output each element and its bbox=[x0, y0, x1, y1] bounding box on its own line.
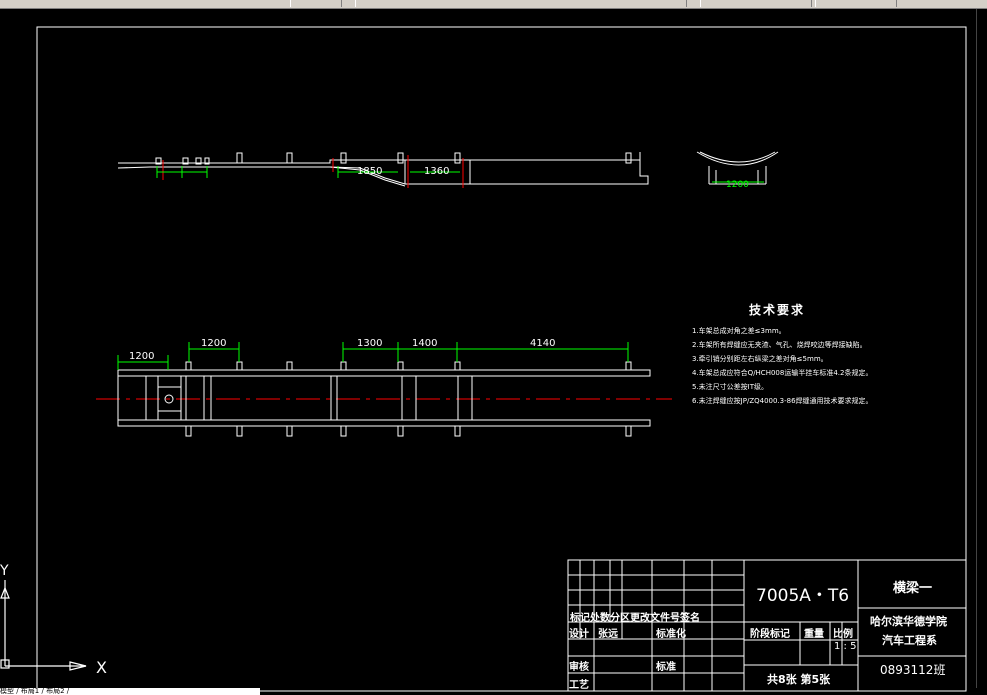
toolbar-dropdown[interactable] bbox=[355, 0, 687, 7]
dim-label: 1360 bbox=[424, 166, 449, 177]
sheet-count: 共8张 第5张 bbox=[767, 673, 831, 686]
designer-name: 张远 bbox=[598, 629, 618, 640]
side-posts bbox=[155, 152, 632, 165]
review-label: 审核 bbox=[569, 662, 589, 673]
dim-label: 1400 bbox=[412, 338, 437, 349]
student-id: 0893112班 bbox=[880, 663, 946, 677]
tech-requirements: 技术要求 1.车架总成对角之差≤3mm。 2.车架所有焊缝应无夹渣、气孔、烧焊咬… bbox=[692, 301, 932, 408]
toolbar-strip bbox=[0, 0, 987, 9]
scale-value: 1 : 5 bbox=[834, 641, 857, 652]
ucs-y-label: Y bbox=[0, 563, 9, 579]
school-name: 哈尔滨华德学院 bbox=[870, 615, 947, 628]
tech-requirement-item: 5.未注尺寸公差按IT级。 bbox=[692, 383, 769, 391]
tech-requirement-item: 3.牵引销分别距左右纵梁之差对角≤5mm。 bbox=[692, 355, 828, 363]
weight-label: 重量 bbox=[804, 629, 824, 640]
part-name: 横梁一 bbox=[893, 581, 933, 596]
stage-mark-label: 阶段标记 bbox=[750, 629, 790, 640]
toolbar-dropdown[interactable] bbox=[700, 0, 812, 7]
tech-requirements-title: 技术要求 bbox=[748, 303, 805, 317]
ucs-icon bbox=[0, 580, 87, 671]
standardization-label: 标准化 bbox=[656, 629, 686, 640]
dim-label: 1200 bbox=[201, 338, 226, 349]
dim-label: 1300 bbox=[357, 338, 382, 349]
tech-requirement-item: 2.车架所有焊缝应无夹渣、气孔、烧焊咬边等焊接缺陷。 bbox=[692, 341, 867, 349]
toolbar-dropdown[interactable] bbox=[290, 0, 342, 7]
toolbar-dropdown[interactable] bbox=[815, 0, 897, 7]
side-view bbox=[117, 152, 649, 188]
revision-headers: 标记处数分区更改文件号签名 bbox=[570, 613, 700, 624]
process-label: 工艺 bbox=[569, 680, 589, 691]
drawing-number: 7005A・T6 bbox=[756, 586, 850, 606]
layout-tabs[interactable]: 模型 / 布局1 / 布局2 / bbox=[0, 688, 260, 695]
dim-label: 1850 bbox=[357, 166, 382, 177]
side-dimensions bbox=[156, 166, 460, 178]
department-name: 汽车工程系 bbox=[882, 634, 937, 647]
dim-label: 4140 bbox=[530, 338, 555, 349]
ucs-x-label: X bbox=[96, 658, 107, 677]
dim-label: 1200 bbox=[129, 351, 154, 362]
approve-label: 标准 bbox=[656, 662, 676, 673]
vertical-scrollbar[interactable] bbox=[976, 9, 987, 688]
tech-requirement-item: 1.车架总成对角之差≤3mm。 bbox=[692, 327, 786, 335]
tech-requirement-item: 4.车架总成应符合Q/HCH008运输半挂车标准4.2条规定。 bbox=[692, 369, 873, 377]
tech-requirement-item: 6.未注焊缝应按JP/ZQ4000.3-86焊缝通用技术要求规定。 bbox=[692, 397, 873, 405]
design-label: 设计 bbox=[569, 629, 589, 640]
dim-label: 1200 bbox=[726, 180, 749, 190]
ratio-label: 比例 bbox=[833, 629, 853, 640]
